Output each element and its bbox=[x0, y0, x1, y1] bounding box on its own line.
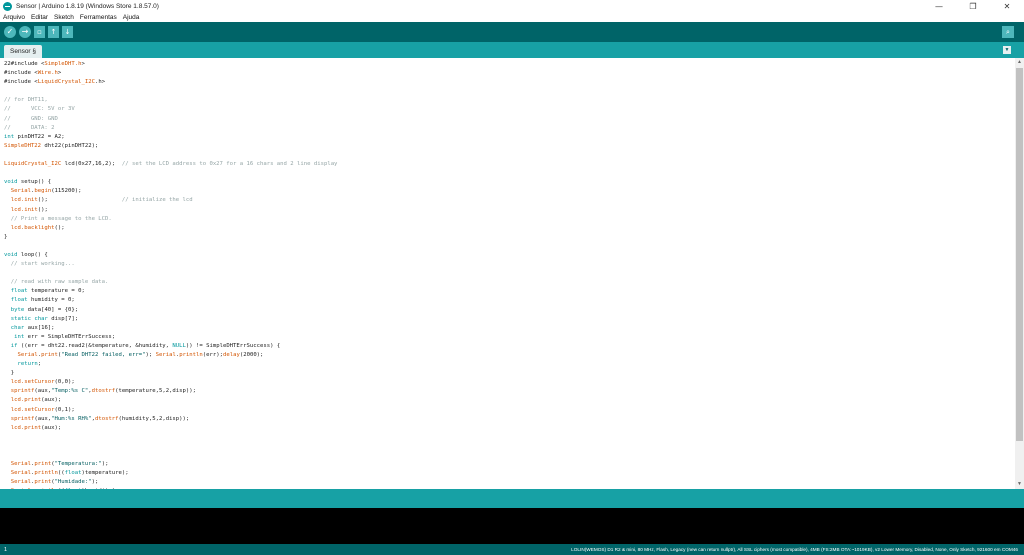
tab-menu-button[interactable]: ▼ bbox=[1003, 46, 1011, 54]
menu-ferramentas[interactable]: Ferramentas bbox=[80, 14, 117, 21]
code-line[interactable]: void setup() { bbox=[4, 178, 1015, 187]
code-line[interactable]: sprintf(aux,"Hum:%s RH%",dtostrf(humidit… bbox=[4, 415, 1015, 424]
toolbar: ✓ → ▫ ↑ ↓ ⌕ bbox=[0, 22, 1024, 42]
code-line[interactable] bbox=[4, 269, 1015, 278]
code-line[interactable]: int pinDHT22 = A2; bbox=[4, 133, 1015, 142]
code-line[interactable]: SimpleDHT22 dht22(pinDHT22); bbox=[4, 142, 1015, 151]
code-line[interactable]: Serial.println((float)temperature); bbox=[4, 469, 1015, 478]
code-line[interactable]: Serial.begin(115200); bbox=[4, 187, 1015, 196]
code-line[interactable]: // read with raw sample data. bbox=[4, 278, 1015, 287]
code-line[interactable]: // Print a message to the LCD. bbox=[4, 215, 1015, 224]
save-sketch-button[interactable]: ↓ bbox=[62, 26, 73, 38]
window-title: Sensor | Arduino 1.8.19 (Windows Store 1… bbox=[16, 2, 159, 10]
code-line[interactable] bbox=[4, 151, 1015, 160]
new-file-icon: ▫ bbox=[37, 27, 42, 36]
tab-bar: Sensor § ▼ bbox=[0, 42, 1024, 58]
line-number: 1 bbox=[4, 546, 8, 553]
new-sketch-button[interactable]: ▫ bbox=[34, 26, 45, 38]
open-sketch-button[interactable]: ↑ bbox=[48, 26, 59, 38]
code-line[interactable]: lcd.setCursor(0,0); bbox=[4, 378, 1015, 387]
menu-bar: Arquivo Editar Sketch Ferramentas Ajuda bbox=[0, 12, 1024, 22]
code-line[interactable]: static char disp[7]; bbox=[4, 315, 1015, 324]
vertical-scrollbar[interactable]: ▲ ▼ bbox=[1015, 58, 1024, 489]
scroll-thumb[interactable] bbox=[1016, 68, 1023, 441]
code-line[interactable]: lcd.init(); bbox=[4, 206, 1015, 215]
code-line[interactable]: float temperature = 0; bbox=[4, 287, 1015, 296]
code-line[interactable]: lcd.init(); // initialize the lcd bbox=[4, 196, 1015, 205]
menu-ajuda[interactable]: Ajuda bbox=[123, 14, 140, 21]
code-line[interactable]: Serial.print("Temperatura:"); bbox=[4, 460, 1015, 469]
code-line[interactable]: // for DHT11, bbox=[4, 96, 1015, 105]
code-line[interactable]: float humidity = 0; bbox=[4, 296, 1015, 305]
code-line[interactable] bbox=[4, 442, 1015, 451]
code-line[interactable]: byte data[40] = {0}; bbox=[4, 306, 1015, 315]
title-bar: Sensor | Arduino 1.8.19 (Windows Store 1… bbox=[0, 0, 1024, 12]
upload-button[interactable]: → bbox=[19, 26, 31, 38]
code-line[interactable]: LiquidCrystal_I2C lcd(0x27,16,2); // set… bbox=[4, 160, 1015, 169]
code-line[interactable] bbox=[4, 169, 1015, 178]
code-line[interactable]: lcd.print(aux); bbox=[4, 396, 1015, 405]
code-line[interactable]: lcd.setCursor(0,1); bbox=[4, 406, 1015, 415]
code-line[interactable]: int err = SimpleDHTErrSuccess; bbox=[4, 333, 1015, 342]
chevron-down-icon: ▼ bbox=[1004, 47, 1010, 53]
serial-monitor-button[interactable]: ⌕ bbox=[1002, 26, 1014, 38]
code-line[interactable]: if ((err = dht22.read2(&temperature, &hu… bbox=[4, 342, 1015, 351]
code-line[interactable]: char aux[16]; bbox=[4, 324, 1015, 333]
status-bar: 1 LOLIN(WEMOS) D1 R2 & mini, 80 MHz, Fla… bbox=[0, 544, 1024, 555]
code-line[interactable]: 22#include <SimpleDHT.h> bbox=[4, 60, 1015, 69]
minimize-button[interactable]: — bbox=[922, 0, 956, 12]
scroll-down-icon[interactable]: ▼ bbox=[1016, 481, 1023, 488]
code-line[interactable]: #include <LiquidCrystal_I2C.h> bbox=[4, 78, 1015, 87]
close-button[interactable]: ✕ bbox=[990, 0, 1024, 12]
code-editor[interactable]: 22#include <SimpleDHT.h> #include <Wire.h… bbox=[0, 58, 1015, 489]
code-line[interactable]: } bbox=[4, 369, 1015, 378]
console-output[interactable] bbox=[0, 508, 1024, 544]
code-line[interactable]: // start working... bbox=[4, 260, 1015, 269]
code-line[interactable]: #include <Wire.h> bbox=[4, 69, 1015, 78]
code-line[interactable]: lcd.backlight(); bbox=[4, 224, 1015, 233]
arrow-up-icon: ↑ bbox=[50, 27, 57, 36]
code-line[interactable]: // GND: GND bbox=[4, 115, 1015, 124]
code-line[interactable]: } bbox=[4, 233, 1015, 242]
code-line[interactable]: // VCC: 5V or 3V bbox=[4, 105, 1015, 114]
check-icon: ✓ bbox=[6, 27, 14, 36]
code-line[interactable] bbox=[4, 451, 1015, 460]
code-line[interactable]: sprintf(aux,"Temp:%s C",dtostrf(temperat… bbox=[4, 387, 1015, 396]
code-line[interactable]: void loop() { bbox=[4, 251, 1015, 260]
window-controls: — ❐ ✕ bbox=[922, 0, 1024, 12]
menu-sketch[interactable]: Sketch bbox=[54, 14, 74, 21]
tab-sensor[interactable]: Sensor § bbox=[4, 45, 43, 58]
code-line[interactable]: Serial.print("Read DHT22 failed, err=");… bbox=[4, 351, 1015, 360]
arrow-right-icon: → bbox=[21, 27, 29, 36]
menu-arquivo[interactable]: Arquivo bbox=[3, 14, 25, 21]
code-line[interactable] bbox=[4, 433, 1015, 442]
code-line[interactable]: Serial.print("Humidade:"); bbox=[4, 478, 1015, 487]
code-line[interactable]: lcd.print(aux); bbox=[4, 424, 1015, 433]
maximize-button[interactable]: ❐ bbox=[956, 0, 990, 12]
code-line[interactable]: // DATA: 2 bbox=[4, 124, 1015, 133]
menu-editar[interactable]: Editar bbox=[31, 14, 48, 21]
arduino-logo-icon bbox=[3, 1, 12, 11]
verify-button[interactable]: ✓ bbox=[4, 26, 16, 38]
code-line[interactable] bbox=[4, 242, 1015, 251]
arrow-down-icon: ↓ bbox=[64, 27, 71, 36]
code-line[interactable]: return; bbox=[4, 360, 1015, 369]
magnifier-icon: ⌕ bbox=[1006, 27, 1010, 36]
scroll-up-icon[interactable]: ▲ bbox=[1016, 59, 1023, 66]
code-line[interactable] bbox=[4, 87, 1015, 96]
board-info: LOLIN(WEMOS) D1 R2 & mini, 80 MHz, Flash… bbox=[571, 547, 1018, 552]
message-bar bbox=[0, 489, 1024, 508]
code-lines[interactable]: 22#include <SimpleDHT.h> #include <Wire.h… bbox=[0, 58, 1015, 489]
